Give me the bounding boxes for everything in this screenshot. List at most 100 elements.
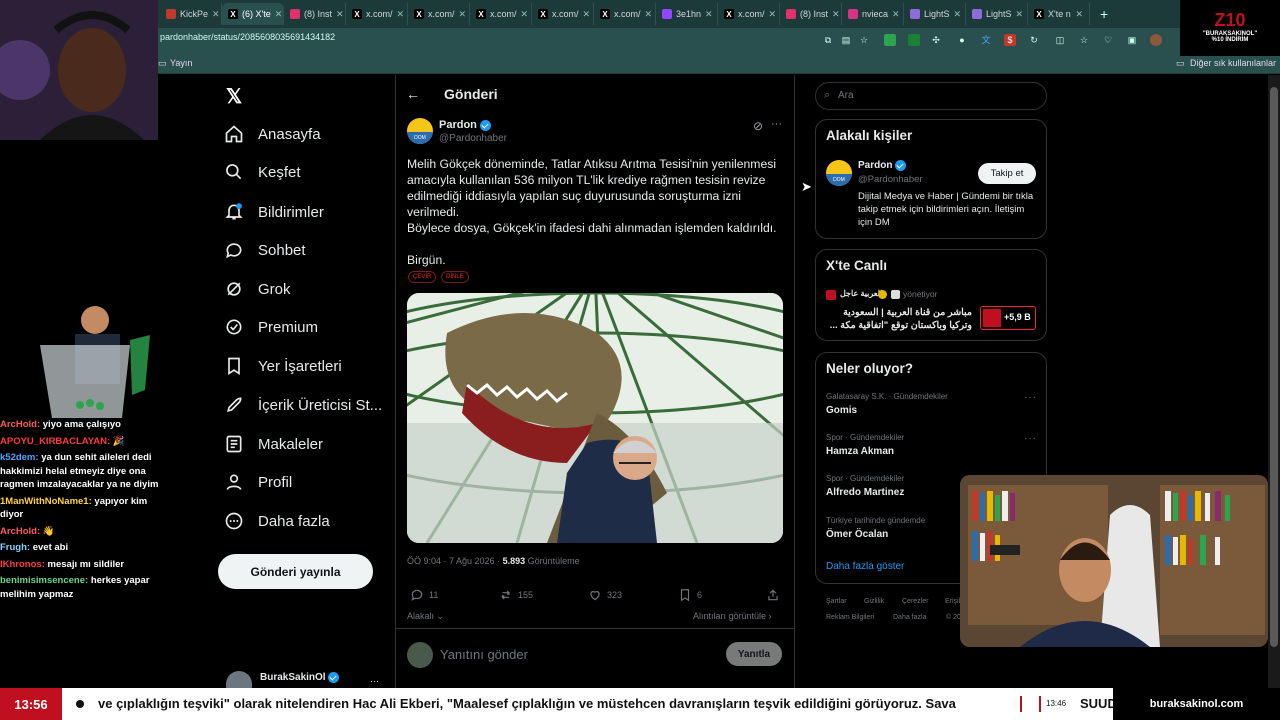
nav-item-search[interactable]: Keşfet <box>224 157 301 187</box>
nav-item-chat[interactable]: Sohbet <box>224 235 306 265</box>
live-host-name[interactable]: العربية عاجل <box>840 289 882 298</box>
trend-more-icon[interactable]: ··· <box>1024 392 1037 403</box>
reply-action[interactable]: 11 <box>410 588 438 602</box>
post-button[interactable]: Gönderi yayınla <box>218 554 373 589</box>
more-options-icon[interactable]: ··· <box>771 118 782 130</box>
nav-item-rocket[interactable]: İçerik Üreticisi St... <box>224 390 382 420</box>
share-action[interactable] <box>766 588 780 602</box>
chat-username[interactable]: APOYU_KIRBACLAYAN <box>0 436 107 447</box>
search-box[interactable]: ⌕ Ara <box>815 82 1047 110</box>
browser-tab[interactable]: Xx.com/ ✕ <box>532 3 594 25</box>
browser-tab[interactable]: (8) Inst ✕ <box>284 3 346 25</box>
chat-username[interactable]: 1ManWithNoName1 <box>0 496 89 507</box>
related-avatar[interactable]: DOM <box>826 160 852 186</box>
chat-username[interactable]: benimisimsencene <box>0 575 85 586</box>
trend-name[interactable]: Ömer Öcalan <box>826 529 888 540</box>
heart-icon[interactable]: ♡ <box>1102 34 1114 46</box>
install-icon[interactable]: ⧉ <box>822 34 834 46</box>
close-tab-icon[interactable]: ✕ <box>1075 9 1083 20</box>
close-tab-icon[interactable]: ✕ <box>275 9 283 20</box>
profile-avatar[interactable] <box>1150 34 1162 46</box>
translate-chip[interactable]: ÇEVİR <box>408 271 437 283</box>
browser-tab[interactable]: Xx.com/ ✕ <box>718 3 780 25</box>
nav-item-premium[interactable]: Premium <box>224 312 318 342</box>
trend-name[interactable]: Alfredo Martinez <box>826 487 904 498</box>
close-tab-icon[interactable]: ✕ <box>832 9 840 20</box>
favorites-icon[interactable]: ☆ <box>1078 34 1090 46</box>
nav-item-more[interactable]: Daha fazla <box>224 506 330 536</box>
chat-username[interactable]: lKhronos <box>0 559 42 570</box>
url-field[interactable]: pardonhaber/status/2085608035691434182 <box>160 32 335 42</box>
scrollbar[interactable] <box>1268 75 1280 688</box>
author-name[interactable]: Pardon <box>439 119 491 131</box>
footer-accessibility[interactable]: Erişil <box>945 598 960 605</box>
scrollbar-thumb[interactable] <box>1270 87 1278 647</box>
chat-username[interactable]: ArcHold <box>0 419 37 430</box>
reply-input[interactable]: Yanıtını gönder <box>440 647 528 662</box>
browser-tab[interactable]: Xx.com/ ✕ <box>346 3 408 25</box>
bookmark-yayin[interactable]: Yayın <box>170 58 192 68</box>
related-handle[interactable]: @Pardonhaber <box>858 174 923 185</box>
nav-item-bell[interactable]: Bildirimler <box>224 197 324 227</box>
extension-icon[interactable] <box>908 34 920 46</box>
follow-button[interactable]: Takip et <box>978 163 1036 184</box>
chat-username[interactable]: ArcHold <box>0 526 37 537</box>
browser-tab[interactable]: Xx.com/ ✕ <box>408 3 470 25</box>
refresh-icon[interactable]: ↻ <box>1028 34 1040 46</box>
listen-chip[interactable]: DİNLE <box>441 271 469 283</box>
nav-item-article[interactable]: Makaleler <box>224 429 323 459</box>
chat-username[interactable]: k52dem <box>0 452 35 463</box>
footer-cookies[interactable]: Çerezler <box>902 598 928 605</box>
trend-more-icon[interactable]: ··· <box>1024 433 1037 444</box>
extension-icon[interactable]: ● <box>956 34 968 46</box>
browser-tab[interactable]: 3e1hn ✕ <box>656 3 718 25</box>
browser-tab[interactable]: Xx.com/ ✕ <box>594 3 656 25</box>
footer-privacy[interactable]: Gizlilik <box>864 598 884 605</box>
close-tab-icon[interactable]: ✕ <box>769 9 777 20</box>
chat-username[interactable]: Frugh <box>0 542 27 553</box>
star-icon[interactable]: ☆ <box>858 34 870 46</box>
browser-tab[interactable]: X (6) X'te ✕ <box>222 3 284 25</box>
like-action[interactable]: 323 <box>588 588 622 602</box>
close-tab-icon[interactable]: ✕ <box>583 9 591 20</box>
reader-icon[interactable]: ▤ <box>840 34 852 46</box>
footer-terms[interactable]: Şartlar <box>826 598 847 605</box>
nav-item-grok[interactable]: Grok <box>224 274 291 304</box>
collections-icon[interactable]: ▣ <box>1126 34 1138 46</box>
bookmark-other[interactable]: Diğer sık kullanılanlar <box>1190 58 1276 68</box>
close-tab-icon[interactable]: ✕ <box>212 9 220 20</box>
reply-button[interactable]: Yanıtla <box>726 642 782 666</box>
view-quotes-link[interactable]: Alıntıları görüntüle › <box>693 611 772 621</box>
browser-tab[interactable]: LightS ✕ <box>904 3 966 25</box>
account-name[interactable]: BurakSakinOl <box>260 672 340 683</box>
extension-icon[interactable]: $ <box>1004 34 1016 46</box>
author-avatar[interactable]: DOM <box>407 118 433 144</box>
live-listeners[interactable]: +5,9 B <box>980 306 1036 330</box>
browser-tab[interactable]: Xx.com/ ✕ <box>470 3 532 25</box>
close-tab-icon[interactable]: ✕ <box>1016 9 1024 20</box>
browser-tab[interactable]: LightS ✕ <box>966 3 1028 25</box>
translate-icon[interactable]: 文 <box>980 34 992 46</box>
search-input[interactable]: Ara <box>838 90 854 101</box>
back-arrow-icon[interactable]: ← <box>406 86 420 102</box>
close-tab-icon[interactable]: ✕ <box>336 9 344 20</box>
browser-tab[interactable]: KickPe ✕ <box>160 3 222 25</box>
close-tab-icon[interactable]: ✕ <box>645 9 653 20</box>
close-tab-icon[interactable]: ✕ <box>954 9 962 20</box>
repost-action[interactable]: 155 <box>499 588 533 602</box>
extension-icon[interactable] <box>884 34 896 46</box>
x-logo-icon[interactable]: 𝕏 <box>226 84 242 109</box>
post-image[interactable] <box>407 293 783 543</box>
close-tab-icon[interactable]: ✕ <box>459 9 467 20</box>
close-tab-icon[interactable]: ✕ <box>397 9 405 20</box>
bookmark-action[interactable]: 6 <box>678 588 702 602</box>
split-icon[interactable]: ◫ <box>1054 34 1066 46</box>
nav-item-bookmark[interactable]: Yer İşaretleri <box>224 351 342 381</box>
browser-tab[interactable]: nvieca ✕ <box>842 3 904 25</box>
trend-name[interactable]: Hamza Akman <box>826 446 894 457</box>
grok-icon[interactable]: ⊘ <box>753 119 763 133</box>
trend-name[interactable]: Gomis <box>826 405 857 416</box>
nav-item-home[interactable]: Anasayfa <box>224 119 321 149</box>
account-more-icon[interactable]: ··· <box>370 676 379 686</box>
related-name[interactable]: Pardon <box>858 160 907 171</box>
